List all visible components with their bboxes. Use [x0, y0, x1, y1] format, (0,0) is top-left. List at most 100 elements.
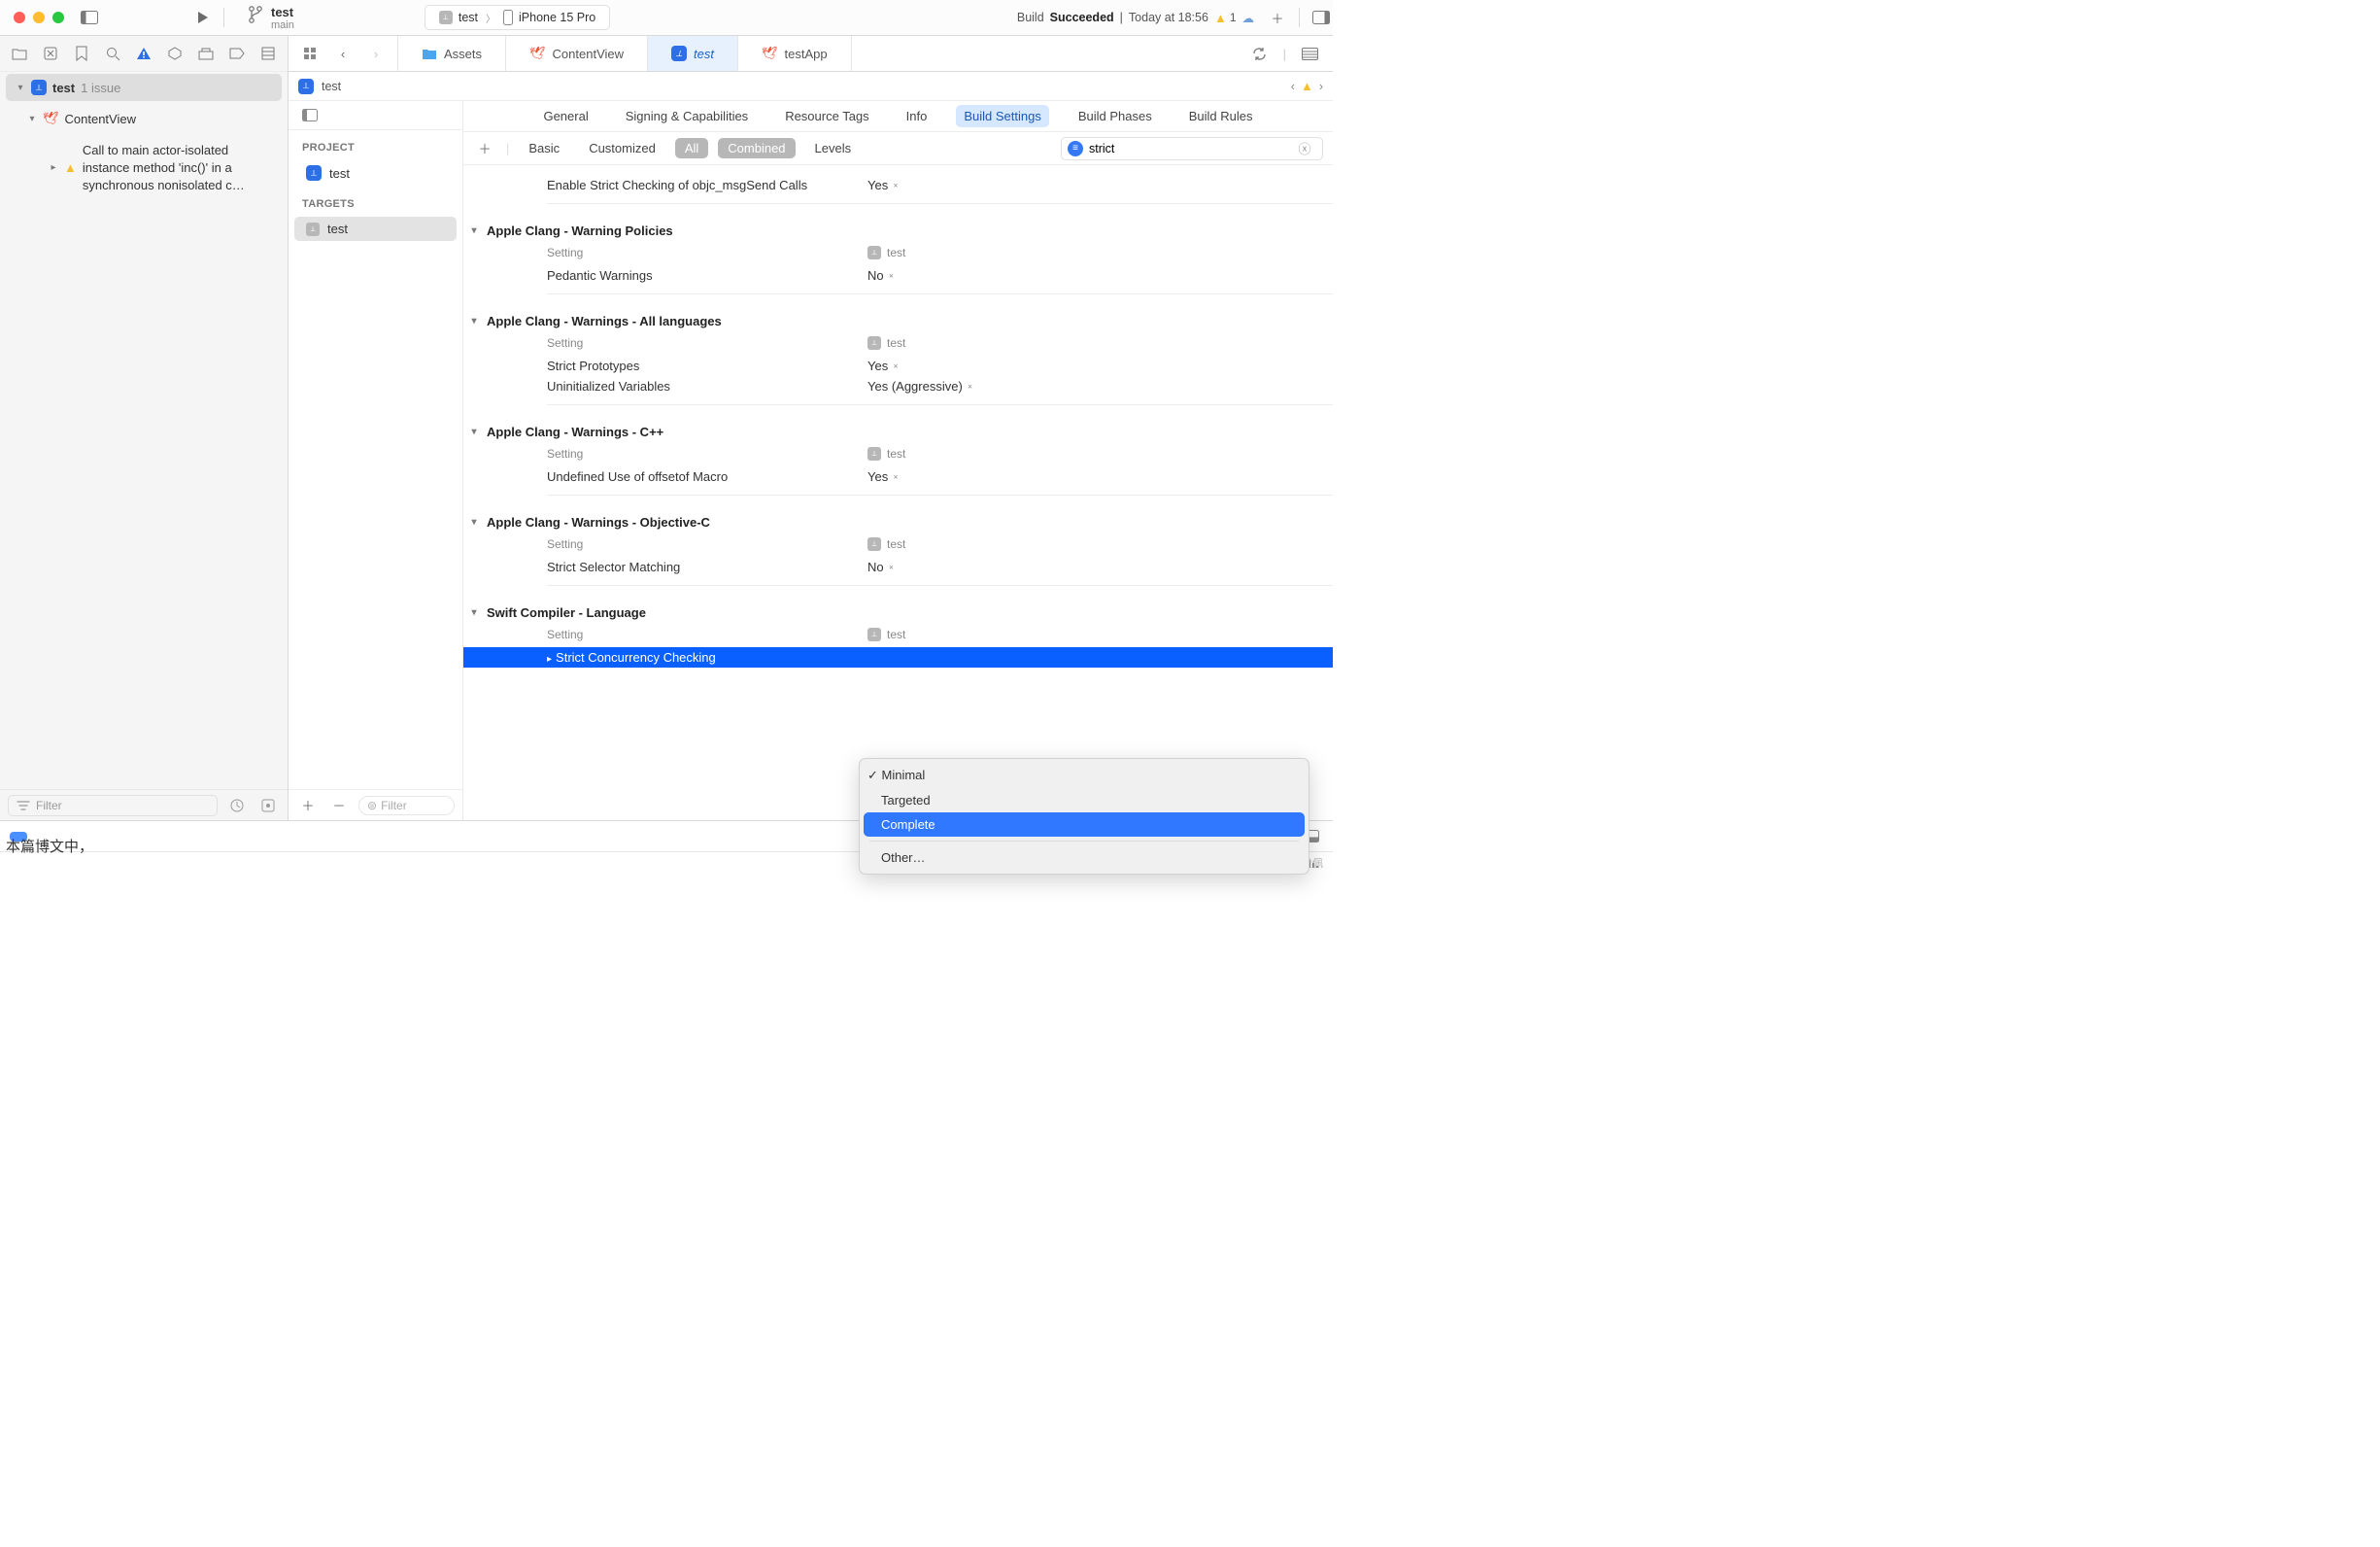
build-status-text: Succeeded: [1050, 11, 1114, 24]
tab-build-rules[interactable]: Build Rules: [1181, 105, 1261, 127]
setting-row[interactable]: Undefined Use of offsetof Macro Yes⌄⌃: [463, 466, 1333, 487]
project-nav-icon[interactable]: [12, 42, 27, 65]
editor-tab-testapp[interactable]: 🕊 testApp: [738, 36, 852, 71]
setting-value[interactable]: No⌄⌃: [867, 268, 895, 283]
dropdown-item-minimal[interactable]: Minimal: [864, 763, 1305, 788]
tests-nav-icon[interactable]: [167, 42, 183, 65]
warning-count[interactable]: ▲ 1: [1214, 11, 1237, 25]
filter-scope-icon[interactable]: ≡: [1068, 141, 1083, 156]
tab-build-settings[interactable]: Build Settings: [956, 105, 1049, 127]
reports-nav-icon[interactable]: [260, 42, 276, 65]
tab-signing[interactable]: Signing & Capabilities: [618, 105, 756, 127]
mode-basic[interactable]: Basic: [519, 138, 569, 158]
target-item-name: test: [327, 222, 348, 236]
editor-tab-contentview[interactable]: 🕊 ContentView: [506, 36, 648, 71]
disclosure-closed-icon[interactable]: ▸: [49, 161, 58, 175]
activity-status: Build Succeeded | Today at 18:56 ▲ 1 ☁: [1017, 11, 1254, 25]
setting-value[interactable]: Yes⌄⌃: [867, 178, 900, 192]
setting-row[interactable]: Strict Prototypes Yes⌄⌃: [463, 356, 1333, 376]
tab-info[interactable]: Info: [899, 105, 935, 127]
editor-tab-assets[interactable]: Assets: [398, 36, 506, 71]
debug-nav-icon[interactable]: [198, 42, 214, 65]
app-icon: ⟂: [298, 79, 314, 94]
target-filter-input[interactable]: ⊜ Filter: [358, 796, 455, 815]
dropdown-item-complete[interactable]: Complete: [864, 812, 1305, 837]
filter-icon: [17, 801, 30, 810]
clear-search-icon[interactable]: ⓧ: [1293, 137, 1316, 160]
column-target: test: [887, 336, 905, 350]
setting-row[interactable]: Strict Selector Matching No⌄⌃: [463, 557, 1333, 577]
nav-project-row[interactable]: ▾ ⟂ test 1 issue: [6, 74, 282, 101]
setting-row-selected[interactable]: ▸Strict Concurrency Checking: [463, 647, 1333, 668]
settings-search-input[interactable]: [1089, 142, 1287, 155]
scope-filter-icon[interactable]: [256, 794, 280, 817]
run-destination-selector[interactable]: ⟂ test 〉 iPhone 15 Pro: [425, 5, 610, 30]
project-item[interactable]: ⟂ test: [294, 160, 457, 186]
app-icon: ⟂: [867, 537, 881, 551]
target-item[interactable]: ⟂ test: [294, 217, 457, 241]
setting-name: Strict Prototypes: [547, 359, 867, 373]
zoom-window-button[interactable]: [52, 12, 64, 23]
editor-options-icon[interactable]: [1298, 42, 1321, 65]
navigator-filter-input[interactable]: Filter: [8, 795, 218, 816]
cloud-icon[interactable]: ☁: [1242, 11, 1255, 25]
disclosure-open-icon[interactable]: ▾: [27, 114, 37, 124]
tab-general[interactable]: General: [535, 105, 595, 127]
group-header[interactable]: ▾Swift Compiler - Language: [463, 602, 1333, 624]
setting-value[interactable]: Yes⌄⌃: [867, 469, 900, 484]
disclosure-open-icon[interactable]: ▾: [16, 83, 25, 93]
mode-levels[interactable]: Levels: [805, 138, 862, 158]
mode-customized[interactable]: Customized: [579, 138, 665, 158]
source-control-nav-icon[interactable]: [43, 42, 58, 65]
editor-tab-test[interactable]: ⟂ test: [648, 36, 738, 71]
settings-search[interactable]: ≡ ⓧ: [1061, 137, 1323, 160]
mode-all[interactable]: All: [675, 138, 708, 158]
related-items-icon[interactable]: [298, 42, 322, 65]
setting-value[interactable]: Yes (Aggressive)⌄⌃: [867, 379, 973, 394]
add-setting-button[interactable]: ＋: [473, 137, 496, 160]
warning-icon[interactable]: ▲: [1301, 79, 1313, 93]
path-item[interactable]: test: [322, 80, 341, 93]
path-back-icon[interactable]: ‹: [1291, 80, 1295, 93]
nav-file-row[interactable]: ▾ 🕊 ContentView: [6, 105, 282, 132]
settings-scroll[interactable]: Enable Strict Checking of objc_msgSend C…: [463, 165, 1333, 820]
dropdown-item-other[interactable]: Other…: [864, 845, 1305, 870]
recent-filter-icon[interactable]: [225, 794, 249, 817]
close-window-button[interactable]: [14, 12, 25, 23]
remove-target-button[interactable]: －: [327, 794, 351, 817]
setting-value[interactable]: No⌄⌃: [867, 560, 895, 574]
toggle-left-panel-icon[interactable]: [78, 6, 101, 29]
dropdown-item-targeted[interactable]: Targeted: [864, 788, 1305, 812]
nav-back-icon[interactable]: ‹: [331, 42, 355, 65]
targets-section-label: TARGETS: [289, 187, 462, 216]
tab-resource-tags[interactable]: Resource Tags: [777, 105, 876, 127]
group-header[interactable]: ▾Apple Clang - Warnings - C++: [463, 421, 1333, 443]
toggle-right-panel-icon[interactable]: [1309, 6, 1333, 29]
chevron-right-icon: ▸: [547, 654, 552, 665]
nav-forward-icon[interactable]: ›: [364, 42, 388, 65]
setting-row[interactable]: Pedantic Warnings No⌄⌃: [463, 265, 1333, 286]
tab-build-phases[interactable]: Build Phases: [1071, 105, 1160, 127]
nav-warning-text: Call to main actor-isolated instance met…: [83, 142, 272, 195]
add-target-button[interactable]: ＋: [296, 794, 320, 817]
source-control-branch[interactable]: test main: [234, 3, 308, 33]
run-button[interactable]: [190, 6, 214, 29]
nav-warning-row[interactable]: ▸ ▲ Call to main actor-isolated instance…: [6, 136, 282, 201]
add-editor-button[interactable]: ＋: [1266, 6, 1289, 29]
refresh-icon[interactable]: [1248, 42, 1272, 65]
mode-combined[interactable]: Combined: [718, 138, 795, 158]
setting-row[interactable]: Enable Strict Checking of objc_msgSend C…: [463, 175, 1333, 195]
issues-nav-icon[interactable]: [136, 42, 152, 65]
breakpoints-nav-icon[interactable]: [229, 42, 245, 65]
group-header[interactable]: ▾Apple Clang - Warning Policies: [463, 220, 1333, 242]
group-header[interactable]: ▾Apple Clang - Warnings - Objective-C: [463, 511, 1333, 533]
scheme-icon: ⟂: [439, 11, 453, 24]
path-forward-icon[interactable]: ›: [1319, 80, 1323, 93]
setting-value[interactable]: Yes⌄⌃: [867, 359, 900, 373]
find-nav-icon[interactable]: [105, 42, 120, 65]
bookmark-nav-icon[interactable]: [74, 42, 89, 65]
setting-row[interactable]: Uninitialized Variables Yes (Aggressive)…: [463, 376, 1333, 396]
minimize-window-button[interactable]: [33, 12, 45, 23]
toggle-target-panel-icon[interactable]: [298, 104, 322, 127]
group-header[interactable]: ▾Apple Clang - Warnings - All languages: [463, 310, 1333, 332]
